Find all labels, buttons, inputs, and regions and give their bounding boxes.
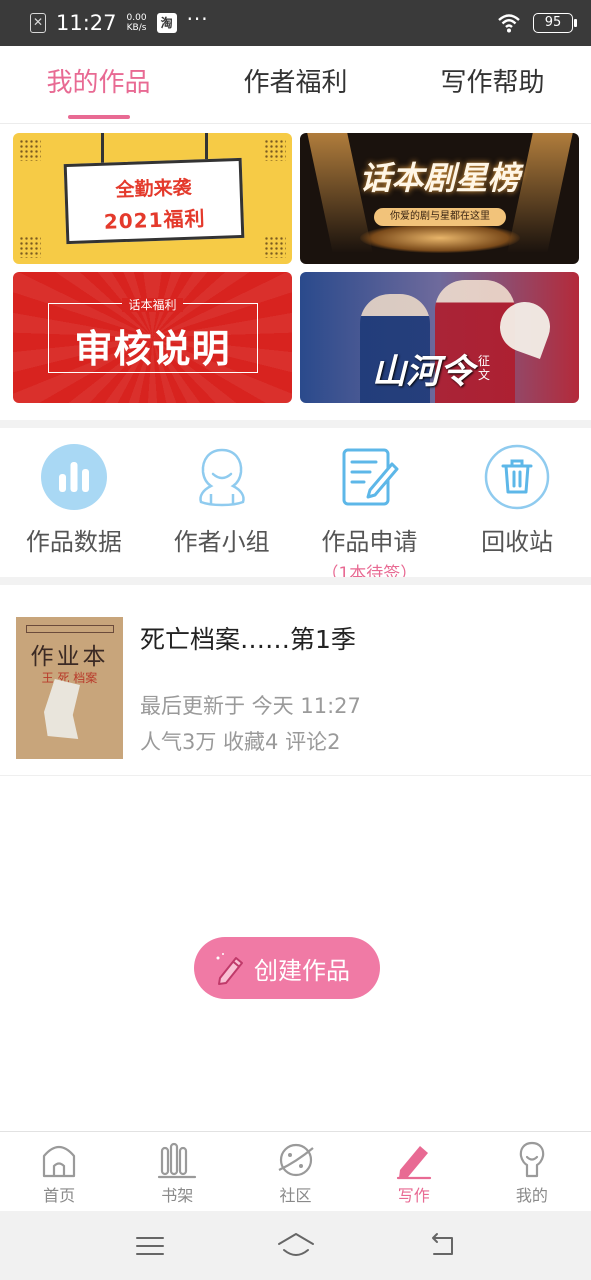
battery-indicator: 95 [533,13,577,33]
dot-pattern [19,139,41,161]
top-tabs: 我的作品 作者福利 写作帮助 [0,46,591,124]
nav-home[interactable]: 首页 [0,1132,118,1211]
menu-recycle-bin[interactable]: 回收站 [443,428,591,576]
work-updated-time: 最后更新于 今天 11:27 [140,694,361,718]
banner-review-guide[interactable]: 话本福利 审核说明 [13,272,292,403]
pen-icon [396,1146,431,1180]
dot-pattern [264,236,286,258]
work-stats: 人气3万 收藏4 评论2 [140,730,341,754]
bottom-nav: 首页 书架 社区 写作 我的 [0,1131,591,1211]
edit-document-icon [342,448,399,506]
home-button-icon[interactable] [276,1230,316,1262]
tab-underline [67,115,130,119]
banner-drama-star-ranking[interactable]: 话本剧星榜 你爱的剧与星都在这里 [300,133,579,264]
section-divider [0,420,591,428]
system-nav-bar [0,1211,591,1280]
tab-author-benefits[interactable]: 作者福利 [197,46,394,123]
tab-writing-help[interactable]: 写作帮助 [394,46,591,123]
dot-pattern [264,139,286,161]
work-cover[interactable]: 作业本 王 死 档案 [16,617,123,759]
banner-attendance-2021[interactable]: 全勤来袭 2021福利 [13,133,292,264]
nav-bookshelf[interactable]: 书架 [118,1132,236,1211]
dot-pattern [19,236,41,258]
work-title[interactable]: 死亡档案……第1季 [140,620,356,656]
nav-profile[interactable]: 我的 [473,1132,591,1211]
home-icon [42,1145,76,1178]
banner-shanheling-contest[interactable]: 山河令 征文 [300,272,579,403]
nav-community[interactable]: 社区 [236,1132,354,1211]
tab-my-works[interactable]: 我的作品 [0,46,197,123]
menu-author-group[interactable]: 作者小组 [148,428,296,576]
more-notifications-icon: ··· [186,7,209,31]
planet-icon [278,1143,314,1177]
taobao-icon: 淘 [156,13,177,33]
back-icon[interactable] [426,1230,458,1262]
menu-work-data[interactable]: 作品数据 [0,428,148,576]
menu-icon[interactable] [134,1230,166,1262]
notification-close-icon: ✕ [30,13,46,33]
stage-glow [360,223,520,253]
pencil-icon [216,953,243,985]
menu-work-application[interactable]: 作品申请 （1本待签） [296,428,444,584]
quick-menu: 作品数据 作者小组 作品申请 （1本待签） 回收站 [0,428,591,584]
banner-card: 全勤来袭 2021福利 [63,157,245,245]
create-work-button[interactable]: 创建作品 [194,937,380,999]
bookshelf-icon [158,1142,197,1179]
clock: 11:27 [56,11,117,35]
trash-icon [484,444,550,510]
bar-chart-icon [40,444,107,510]
profile-icon [519,1141,545,1178]
wifi-icon [498,14,520,33]
work-list-item[interactable]: 作业本 王 死 档案 死亡档案……第1季 最后更新于 今天 11:27 人气3万… [0,600,591,776]
nav-write[interactable]: 写作 [355,1132,473,1211]
status-bar: ✕ 11:27 0.00 KB/s 淘 ··· 95 [0,0,591,46]
section-divider [0,577,591,585]
banner-grid: 全勤来袭 2021福利 话本剧星榜 你爱的剧与星都在这里 话本福利 审核说明 山… [13,133,579,403]
network-speed: 0.00 KB/s [126,13,147,33]
people-icon [198,448,245,507]
